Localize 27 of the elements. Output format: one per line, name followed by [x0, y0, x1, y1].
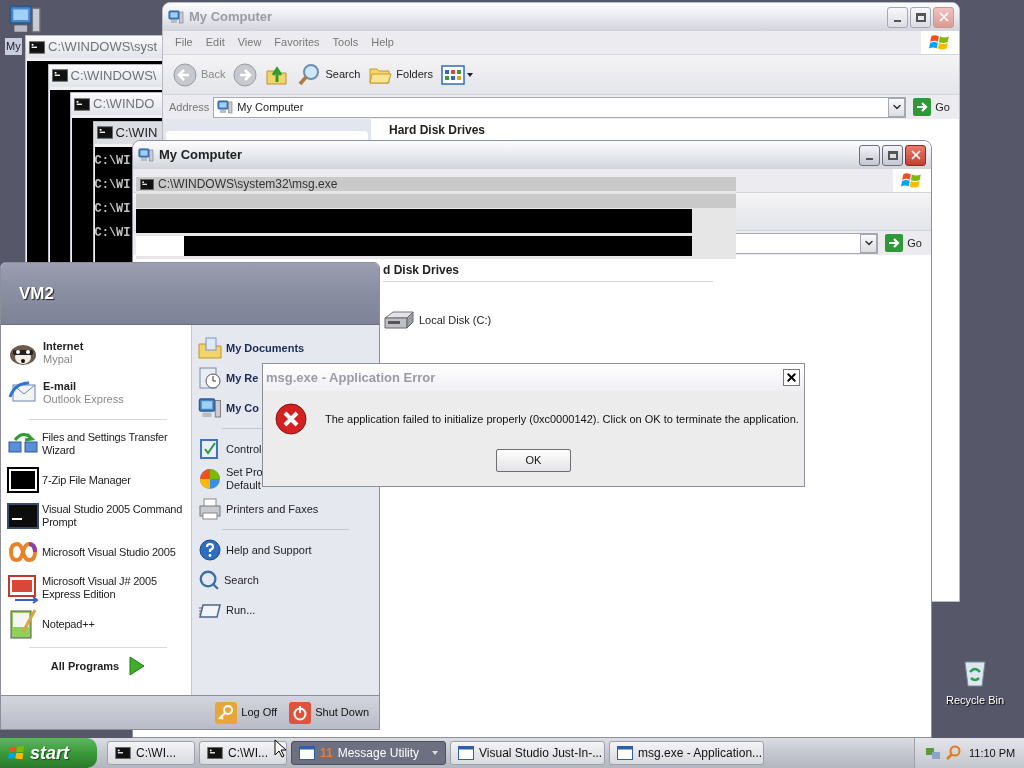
task-label: C:\WI...: [136, 745, 176, 762]
window-title: C:\WINDOWS\syst: [48, 38, 158, 57]
window-title: C:\WINDO: [93, 95, 155, 114]
dialog-title: msg.exe - Application Error: [266, 368, 436, 387]
task-label: Message Utility: [337, 745, 420, 762]
console-line: C:\WI: [94, 152, 131, 169]
window-title: C:\WIN: [115, 123, 158, 142]
error-message: The application failed to initialize properly (0xc0000142). Click on OK to terminate the application.: [325, 411, 799, 427]
program-subtitle: Mypal: [43, 353, 74, 366]
section-heading: d Disk Drives: [383, 261, 713, 282]
window-title: My Computer: [159, 146, 243, 165]
task-label: C:\WI...: [228, 745, 268, 762]
window-title: C:\WINDOWS\system32\msg.exe: [158, 178, 338, 190]
address-label: Address: [169, 99, 210, 115]
user-name: VM2: [19, 282, 54, 305]
window-count: 11: [320, 745, 333, 762]
window-title: My Computer: [189, 8, 273, 27]
console-line: C:\WI: [94, 200, 131, 217]
program-name: E-mail: [43, 380, 77, 393]
program-subtitle: Outlook Express: [43, 393, 124, 406]
window-title: C:\WINDOWS\: [70, 66, 157, 85]
program-name: Internet: [43, 340, 84, 353]
console-line: C:\WI: [94, 224, 131, 241]
clock: 11:10 PM: [969, 745, 1016, 761]
console-line: C:\WI: [94, 176, 131, 193]
task-label: msg.exe - Application...: [638, 745, 763, 762]
task-label: Visual Studio Just-In-...: [479, 745, 603, 762]
